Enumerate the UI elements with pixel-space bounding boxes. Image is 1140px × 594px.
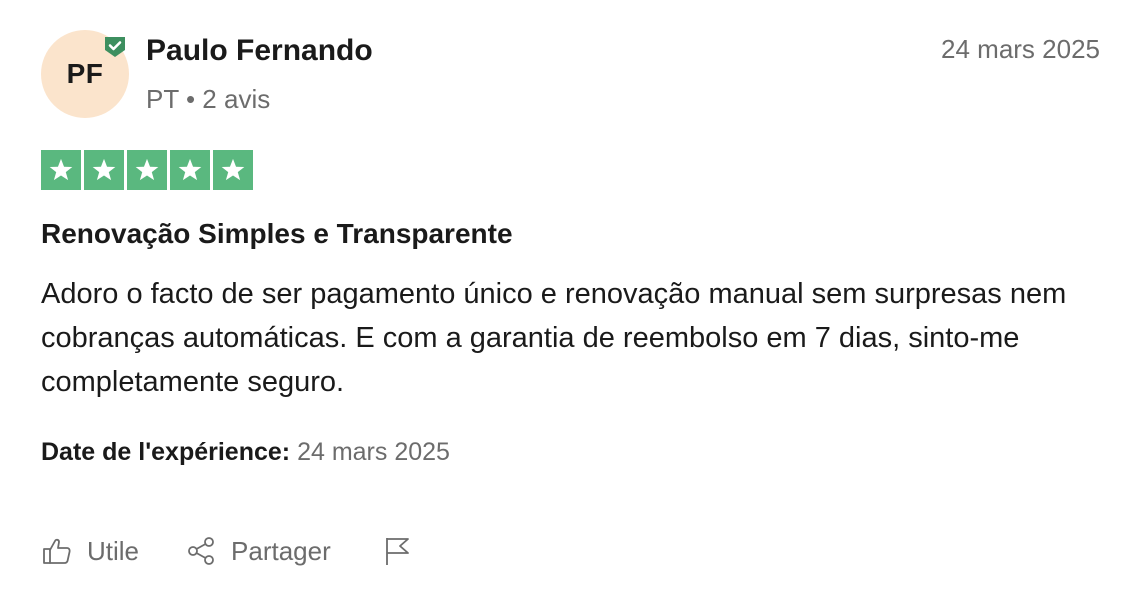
review-body: Adoro o facto de ser pagamento único e r… — [41, 278, 1067, 398]
share-button[interactable]: Partager — [185, 535, 331, 567]
thumbs-up-icon — [43, 538, 71, 564]
star-icon — [127, 150, 167, 190]
share-icon — [188, 537, 214, 565]
reviewer-meta: PT • 2 avis — [146, 84, 271, 114]
review-actions: Utile Partager — [41, 535, 413, 567]
experience-date-label: Date de l'expérience: — [41, 438, 291, 466]
experience-date: Date de l'expérience: 24 mars 2025 — [41, 438, 450, 467]
useful-button[interactable]: Utile — [41, 535, 139, 567]
avatar-initials: PF — [66, 58, 104, 89]
star-icon — [41, 150, 81, 190]
review-title: Renovação Simples e Transparente — [41, 218, 513, 249]
experience-date-value: 24 mars 2025 — [297, 438, 450, 466]
flag-icon — [385, 538, 409, 565]
verified-check-icon — [105, 37, 125, 57]
star-rating — [41, 150, 253, 190]
reviewer-name[interactable]: Paulo Fernando — [146, 34, 373, 68]
review-card: PF Paulo Fernando PT • 2 avis 24 mars 20… — [0, 0, 1140, 594]
star-icon — [170, 150, 210, 190]
review-date: 24 mars 2025 — [941, 34, 1100, 64]
star-icon — [84, 150, 124, 190]
report-button[interactable] — [381, 535, 413, 567]
useful-label: Utile — [87, 535, 140, 566]
share-label: Partager — [231, 535, 331, 566]
star-icon — [213, 150, 253, 190]
